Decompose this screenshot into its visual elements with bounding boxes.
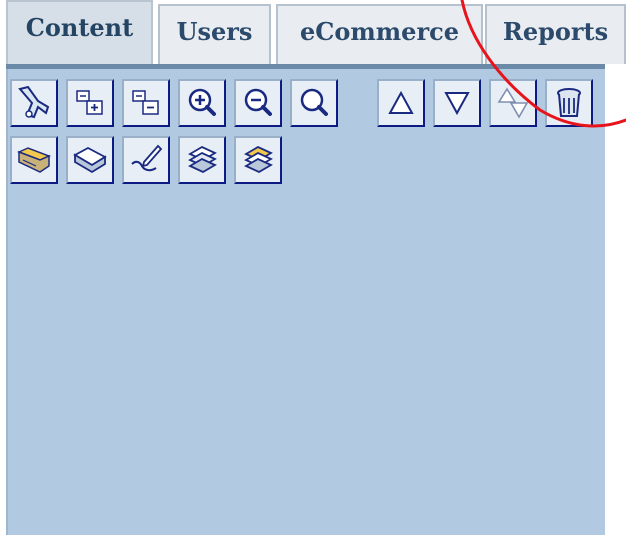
sort-icon: [497, 87, 529, 119]
tab-users[interactable]: Users: [158, 4, 271, 64]
search-icon: [300, 88, 328, 116]
open-folder-icon: [17, 147, 51, 173]
expand-all-button[interactable]: [66, 79, 114, 127]
panel-edge: [6, 69, 8, 535]
book-icon: [73, 146, 107, 174]
expand-all-icon: [76, 90, 103, 115]
paste-icon: [244, 145, 273, 174]
cut-icon: [18, 85, 50, 119]
zoom-in-button[interactable]: [178, 79, 226, 127]
copy-button[interactable]: [178, 136, 226, 184]
book-button[interactable]: [66, 136, 114, 184]
tab-ecommerce[interactable]: eCommerce: [276, 4, 483, 64]
tab-reports[interactable]: Reports: [485, 4, 626, 64]
paste-button[interactable]: [234, 136, 282, 184]
zoom-out-button[interactable]: [234, 79, 282, 127]
move-down-button[interactable]: [433, 79, 481, 127]
move-up-icon: [388, 90, 414, 114]
delete-icon: [557, 88, 581, 117]
move-down-icon: [444, 92, 470, 116]
tab-content[interactable]: Content: [6, 0, 153, 66]
copy-icon: [188, 145, 217, 174]
delete-button[interactable]: [545, 79, 593, 127]
sort-button[interactable]: [489, 79, 537, 127]
zoom-in-icon: [188, 88, 216, 116]
move-up-button[interactable]: [377, 79, 425, 127]
collapse-all-icon: [132, 90, 159, 115]
open-folder-button[interactable]: [10, 136, 58, 184]
content-panel: [6, 64, 605, 535]
edit-icon: [131, 144, 163, 172]
content-manager-screen: Content Users eCommerce Reports: [0, 0, 626, 535]
collapse-all-button[interactable]: [122, 79, 170, 127]
edit-button[interactable]: [122, 136, 170, 184]
search-button[interactable]: [290, 79, 338, 127]
zoom-out-icon: [244, 88, 272, 116]
cut-button[interactable]: [10, 79, 58, 127]
